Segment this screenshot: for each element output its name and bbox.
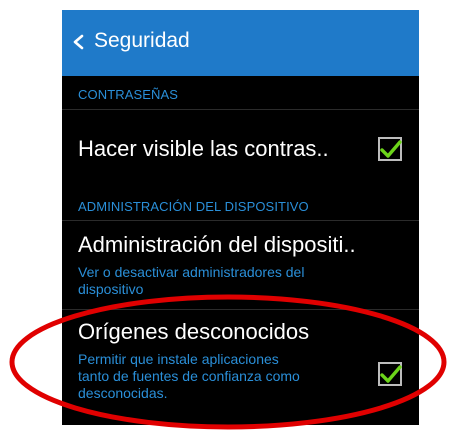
- page-title[interactable]: Seguridad: [94, 27, 190, 55]
- setting-title: Orígenes desconocidos: [78, 319, 310, 344]
- setting-title: Administración del dispositi..: [78, 232, 356, 257]
- unknown-sources-checkbox[interactable]: [378, 362, 402, 386]
- setting-title: Hacer visible las contras..: [78, 136, 329, 161]
- settings-screen: Seguridad CONTRASEÑAS Hacer visible las …: [62, 10, 419, 425]
- action-bar: Seguridad: [62, 10, 419, 76]
- setting-row-unknown-sources[interactable]: Orígenes desconocidos Permitir que insta…: [62, 310, 419, 425]
- section-header-passwords: CONTRASEÑAS: [78, 87, 179, 102]
- show-passwords-checkbox[interactable]: [378, 137, 402, 161]
- chevron-left-icon[interactable]: [69, 32, 89, 52]
- setting-subtitle: desconocidas.: [78, 385, 168, 401]
- setting-row-device-admin[interactable]: Administración del dispositi.. Ver o des…: [62, 221, 419, 309]
- setting-row-show-passwords[interactable]: Hacer visible las contras..: [62, 110, 419, 187]
- setting-subtitle: dispositivo: [78, 281, 144, 297]
- checkmark-icon: [380, 365, 402, 383]
- checkmark-icon: [380, 140, 402, 158]
- setting-subtitle: Ver o desactivar administradores del: [78, 264, 305, 280]
- setting-subtitle: tanto de fuentes de confianza como: [78, 368, 300, 384]
- section-header-device-admin: ADMINISTRACIÓN DEL DISPOSITIVO: [78, 199, 309, 214]
- setting-subtitle: Permitir que instale aplicaciones: [78, 351, 279, 367]
